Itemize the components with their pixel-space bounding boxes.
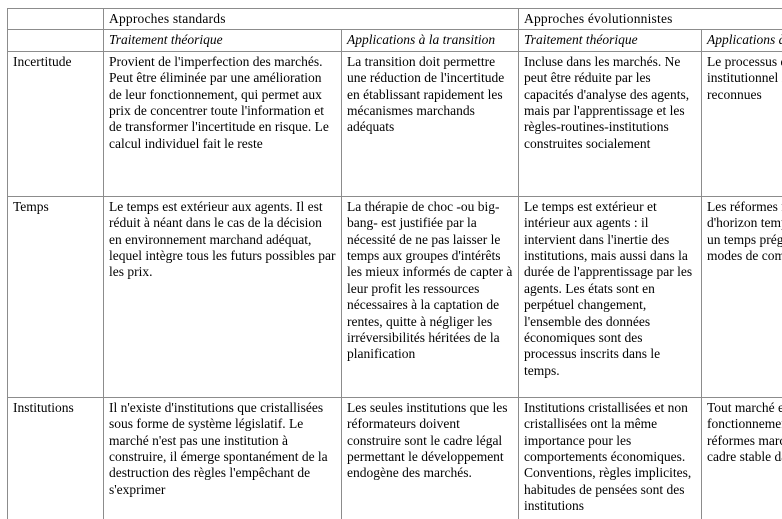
cell-incertitude-evo-application: Le processus de transition est générateu… — [700, 50, 782, 197]
cell-text: Les seules institutions que les réformat… — [347, 399, 508, 481]
cell-text: Institutions cristallisées et non crista… — [524, 399, 692, 514]
cell-text: Le temps est extérieur aux agents. Il es… — [109, 198, 336, 280]
cell-text: La transition doit permettre une réducti… — [347, 53, 505, 135]
cell-text: Les réformes nécessitent du temps pas se… — [707, 198, 782, 264]
cell-text: Tout marché est une institution construi… — [707, 399, 782, 465]
cell-incertitude-evo-theorique: Incluse dans les marchés. Ne peut être r… — [518, 50, 702, 197]
cell-text: Le processus de transition est générateu… — [707, 53, 782, 102]
document-page: Approches standards Approches évolutionn… — [0, 0, 782, 519]
comparison-table: Approches standards Approches évolutionn… — [7, 7, 782, 519]
cell-institutions-evo-theorique: Institutions cristallisées et non crista… — [518, 396, 702, 519]
corner-cell — [7, 7, 104, 31]
cell-incertitude-std-theorique: Provient de l'imperfection des marchés. … — [103, 50, 342, 197]
cell-text: Incluse dans les marchés. Ne peut être r… — [524, 53, 690, 151]
comparison-table-container: Approches standards Approches évolutionn… — [7, 7, 782, 519]
sub-header-row: Traitement théorique Applications à la t… — [7, 29, 782, 52]
row-label-temps: Temps — [7, 195, 104, 398]
table-header: Approches standards Approches évolutionn… — [7, 7, 782, 52]
sub-header-evo-applications-transition: Applications à la transition — [700, 29, 782, 52]
cell-institutions-evo-application: Tout marché est une institution construi… — [700, 396, 782, 519]
cell-text: Provient de l'imperfection des marchés. … — [109, 53, 329, 151]
sub-header-std-traitement-theorique: Traitement théorique — [103, 29, 342, 52]
table-row-institutions: Institutions Il n'existe d'institutions … — [7, 396, 782, 519]
cell-text: La thérapie de choc -ou big-bang- est ju… — [347, 198, 513, 362]
cell-text: Le temps est extérieur et intérieur aux … — [524, 198, 693, 378]
sub-header-std-applications-transition: Applications à la transition — [341, 29, 519, 52]
sub-header-corner-cell — [7, 29, 104, 52]
cell-institutions-std-theorique: Il n'existe d'institutions que cristalli… — [103, 396, 342, 519]
table-row-temps: Temps Le temps est extérieur aux agents.… — [7, 195, 782, 398]
cell-temps-evo-theorique: Le temps est extérieur et intérieur aux … — [518, 195, 702, 398]
cell-text: Il n'existe d'institutions que cristalli… — [109, 399, 328, 497]
group-header-approches-standards: Approches standards — [103, 7, 519, 31]
sub-header-evo-traitement-theorique: Traitement théorique — [518, 29, 702, 52]
group-header-approches-evolutionnistes: Approches évolutionnistes — [517, 7, 782, 31]
cell-incertitude-std-application: La transition doit permettre une réducti… — [341, 50, 519, 197]
table-row-incertitude: Incertitude Provient de l'imperfection d… — [7, 50, 782, 197]
cell-institutions-std-application: Les seules institutions que les réformat… — [341, 396, 519, 519]
group-header-row: Approches standards Approches évolutionn… — [7, 7, 782, 31]
table-body: Incertitude Provient de l'imperfection d… — [7, 50, 782, 519]
row-label-institutions: Institutions — [7, 396, 104, 519]
cell-temps-evo-application: Les réformes nécessitent du temps pas se… — [700, 195, 782, 398]
cell-temps-std-application: La thérapie de choc -ou big-bang- est ju… — [341, 195, 519, 398]
cell-temps-std-theorique: Le temps est extérieur aux agents. Il es… — [103, 195, 342, 398]
row-label-incertitude: Incertitude — [7, 50, 104, 197]
